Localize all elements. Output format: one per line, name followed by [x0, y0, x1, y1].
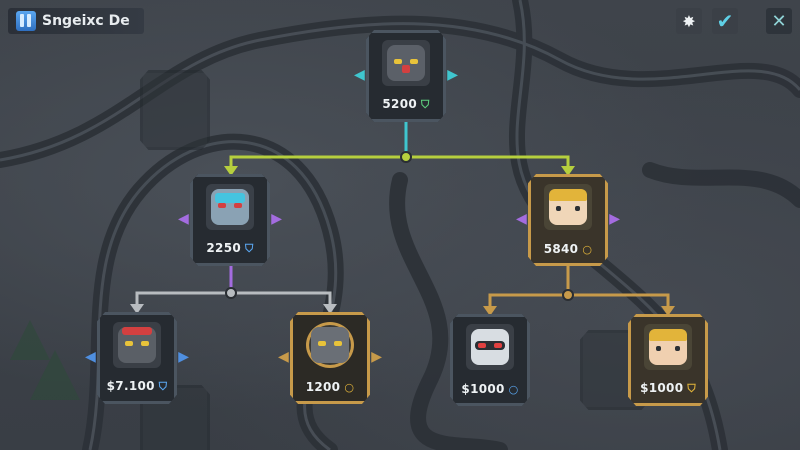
robot-portrait-icon: [466, 324, 514, 370]
chevron-right-icon: ▶: [271, 211, 282, 227]
game-logo-icon: [16, 11, 36, 31]
skill-node-left-right[interactable]: ◀ ▶ 1200 ○: [278, 312, 382, 404]
shield-icon: ⛉: [158, 380, 168, 393]
chevron-right-icon: ▶: [178, 349, 189, 365]
robot-portrait-icon: [113, 322, 161, 368]
chevron-left-icon: ◀: [85, 349, 96, 365]
junction-dot: [562, 289, 574, 301]
skill-node-left[interactable]: ◀ ▶ 2250 ⛉: [178, 174, 282, 266]
coin-icon: ○: [344, 381, 355, 394]
page-title: Sngeixc De: [42, 13, 130, 29]
node-cost: 5840 ○: [543, 242, 593, 256]
hero-portrait-icon: [644, 324, 692, 370]
coin-icon: ○: [508, 383, 519, 396]
robot-portrait-icon: [206, 184, 254, 230]
chevron-left-icon: ◀: [516, 211, 527, 227]
title-badge: Sngeixc De: [8, 8, 144, 34]
shield-icon: ⛉: [245, 242, 254, 255]
node-cost: $7.100 ⛉: [106, 379, 168, 393]
chevron-right-icon: ▶: [447, 67, 458, 83]
skill-node-right-left[interactable]: $1000 ○: [450, 314, 530, 406]
robot-portrait-icon: [382, 40, 430, 86]
node-cost: $1000 ⛉: [640, 381, 696, 395]
shield-icon: ⛉: [421, 98, 430, 111]
robot-portrait-icon: [306, 322, 354, 368]
node-cost: 5200 ⛉: [382, 97, 430, 111]
spark-icon[interactable]: ✸: [676, 8, 702, 34]
skill-node-left-left[interactable]: ◀ ▶ $7.100 ⛉: [85, 312, 189, 404]
chevron-left-icon: ◀: [178, 211, 189, 227]
node-cost: 1200 ○: [305, 380, 355, 394]
ghost-node: [140, 70, 210, 150]
shield-icon: ⛉: [687, 382, 696, 395]
hero-portrait-icon: [544, 184, 592, 230]
close-icon[interactable]: ✕: [766, 8, 792, 34]
chevron-right-icon: ▶: [609, 211, 620, 227]
chevron-left-icon: ◀: [354, 67, 365, 83]
chevron-right-icon: ▶: [371, 349, 382, 365]
node-cost: $1000 ○: [461, 382, 519, 396]
skill-node-right[interactable]: ◀ ▶ 5840 ○: [516, 174, 620, 266]
toolbar: ✸ ✔ ✕: [676, 8, 792, 34]
junction-dot: [225, 287, 237, 299]
node-cost: 2250 ⛉: [206, 241, 254, 255]
skill-node-root[interactable]: ◀ ▶ 5200 ⛉: [354, 30, 458, 122]
coin-icon: ○: [582, 243, 593, 256]
skill-node-right-right[interactable]: $1000 ⛉: [628, 314, 708, 406]
junction-dot: [400, 151, 412, 163]
check-icon[interactable]: ✔: [712, 8, 738, 34]
chevron-left-icon: ◀: [278, 349, 289, 365]
